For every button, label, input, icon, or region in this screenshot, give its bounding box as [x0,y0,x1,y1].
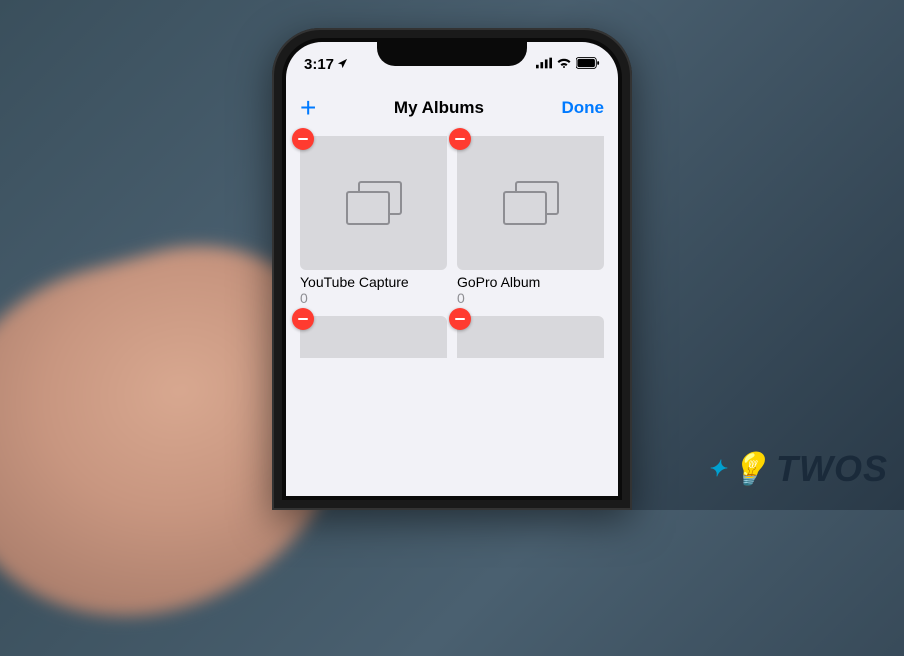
album-count: 0 [300,290,447,306]
add-album-button[interactable]: + [300,94,316,122]
phone-body: 3:17 [272,28,632,510]
album-thumbnail [457,316,604,358]
lightbulb-rays-icon: ✦ [708,456,727,482]
nav-header: + My Albums Done [286,86,618,130]
album-grid: YouTube Capture 0 GoPro Album 0 [286,130,618,358]
phone-screen: 3:17 [286,42,618,496]
album-thumbnail [300,316,447,358]
delete-album-button[interactable] [292,308,314,330]
cellular-signal-icon [536,56,552,73]
album-item[interactable] [300,316,447,358]
album-count: 0 [457,290,604,306]
album-item[interactable]: GoPro Album 0 [457,136,604,306]
status-left: 3:17 [304,56,348,73]
page-title: My Albums [394,98,484,118]
done-button[interactable]: Done [562,98,605,118]
lightbulb-icon: 💡 [729,450,770,488]
empty-album-icon [346,181,402,225]
watermark-logo: ✦ 💡 TWOS [708,448,888,490]
battery-icon [576,56,600,73]
album-thumbnail [457,136,604,270]
phone-bezel: 3:17 [282,38,622,500]
album-item[interactable] [457,316,604,358]
status-time: 3:17 [304,56,334,73]
delete-album-button[interactable] [292,128,314,150]
album-name: GoPro Album [457,274,604,290]
delete-album-button[interactable] [449,128,471,150]
phone-notch [377,38,527,66]
delete-album-button[interactable] [449,308,471,330]
location-services-icon [337,56,348,73]
wifi-icon [556,56,572,73]
album-thumbnail [300,136,447,270]
empty-album-icon [503,181,559,225]
album-name: YouTube Capture [300,274,447,290]
album-item[interactable]: YouTube Capture 0 [300,136,447,306]
watermark-text: TWOS [776,448,888,490]
status-right [536,56,600,73]
